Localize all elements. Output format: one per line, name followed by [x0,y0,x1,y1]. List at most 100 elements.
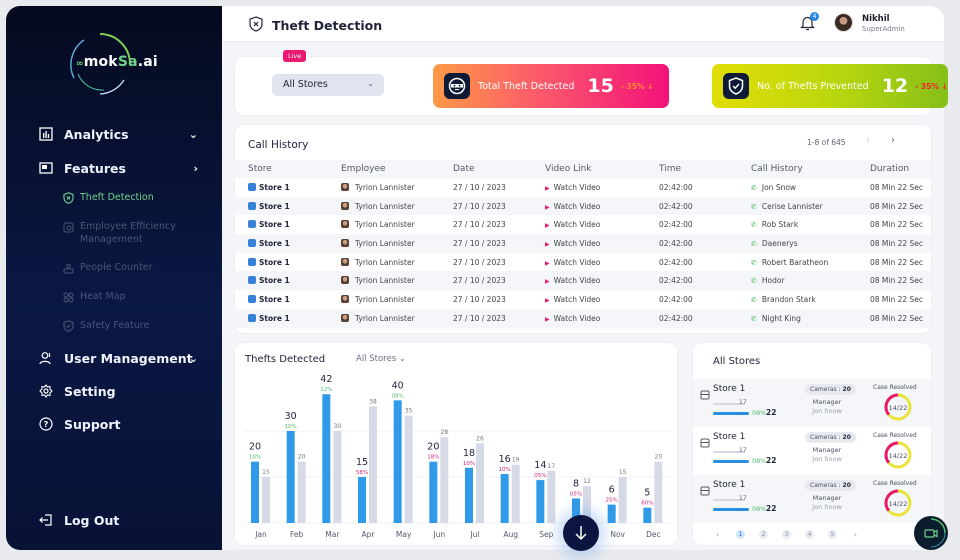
watch-video-link[interactable]: Watch Video [554,220,601,229]
watch-video-link[interactable]: Watch Video [554,202,601,211]
sub-people-counter[interactable]: People Counter [62,262,182,275]
change-label: 08% [392,393,404,399]
store-row[interactable]: Store 1 17 08% 22 Cameras : 20 Manager Jon Sno… [693,427,931,475]
watch-video-link[interactable]: Watch Video [554,258,601,267]
sub-heat-map[interactable]: Heat Map [62,291,182,304]
store-select[interactable]: All Stores ⌄ [272,74,384,96]
page-button[interactable]: 1 [736,530,745,539]
bar-previous [262,477,270,523]
cell-employee: Tyrion Lannister [341,215,453,234]
store-select-value: All Stores [283,79,328,90]
cell-caller: ✆ Cerise Lannister [751,196,870,216]
cell-caller: ✆ Night King [751,308,870,328]
thief-icon [444,73,470,99]
bar-previous-label: 38 [369,398,377,405]
bar-previous [511,464,520,523]
change-label: 10% [285,424,297,430]
nav-setting[interactable]: Setting [38,383,198,399]
play-icon: ▶ [545,184,550,192]
store-name: Store 1 [259,220,290,230]
store-row[interactable]: Store 1 17 08% 22 Cameras : 20 Manager Jon Sno… [693,475,931,523]
employee-name: Tyrion Lannister [355,201,415,211]
phone-icon: ✆ [751,239,757,248]
store-icon [700,385,710,404]
caller-name: Cerise Lannister [761,201,823,211]
cell-video-link[interactable]: ▶ Watch Video [545,308,659,328]
sub-theft-detection[interactable]: Theft Detection [62,192,182,205]
nav-support[interactable]: ? Support [38,416,198,432]
nav-features[interactable]: Features › [38,160,198,176]
table-row: Store 1 Tyrion Lannister 27 / 10 / 2023 ▶ Wa… [235,196,931,216]
phone-icon: ✆ [751,295,757,304]
watch-video-link[interactable]: Watch Video [554,314,601,323]
sub-employee-efficiency[interactable]: Employee Efficiency Management [62,221,182,246]
cell-store: Store 1 [235,290,341,309]
change-label: 60% [641,501,653,507]
user-name: Nikhil [862,14,890,24]
bar-current [393,400,402,523]
col-store[interactable]: Store [235,160,341,178]
bar-value-label: 42 [320,374,332,385]
x-tick-label: Sep [539,530,553,539]
pager-next-button[interactable]: › [851,530,860,539]
cell-video-link[interactable]: ▶ Watch Video [545,290,659,309]
col-video-link[interactable]: Video Link [545,160,659,178]
watch-video-link[interactable]: Watch Video [554,183,601,192]
bar-current [286,431,295,523]
col-employee[interactable]: Employee [341,160,453,178]
cell-video-link[interactable]: ▶ Watch Video [545,253,659,272]
nav-support-label: Support [64,416,121,432]
employee-avatar [341,276,349,285]
store-icon [248,201,256,210]
bar-current [536,480,545,523]
page-button[interactable]: 4 [805,530,814,539]
cell-store: Store 1 [235,196,341,216]
watch-video-link[interactable]: Watch Video [554,239,601,248]
scroll-down-button[interactable] [563,515,599,551]
x-tick-label: Jan [254,530,267,539]
call-history-card: Call History 1-8 of 645 ‹ › Store Employ… [234,124,932,334]
change-label: 10% [249,455,261,461]
shield-x-icon [249,16,263,36]
store-row[interactable]: Store 1 17 08% 22 Cameras : 20 Manager Jon Sno… [693,379,931,427]
sub-safety-feature[interactable]: Safety Feature [62,320,182,333]
case-resolved-value: 14/22 [888,500,908,508]
pager-next-button[interactable]: › [891,135,895,146]
total-theft-change: - 35% ↓ [620,81,654,91]
previous-value: 17 [739,495,747,502]
cell-video-link[interactable]: ▶ Watch Video [545,196,659,216]
cell-video-link[interactable]: ▶ Watch Video [545,271,659,291]
cell-employee: Tyrion Lannister [341,308,453,328]
page-button[interactable]: 3 [782,530,791,539]
cell-duration: 08 Min 22 Sec [870,294,924,304]
logout-button[interactable]: Log Out [38,512,198,528]
camera-fab-button[interactable] [914,516,948,550]
cell-video-link[interactable]: ▶ Watch Video [545,178,659,197]
sidebar: ∞mokSa.ai Analytics ⌄ Features › Theft D… [6,6,222,550]
col-time[interactable]: Time [659,160,751,178]
cell-video-link[interactable]: ▶ Watch Video [545,234,659,253]
pager-prev-button[interactable]: ‹ [713,530,722,539]
nav-analytics[interactable]: Analytics ⌄ [38,126,198,142]
cell-date: 27 / 10 / 2023 [453,182,506,192]
nav-analytics-label: Analytics [64,126,129,142]
pager-prev-button[interactable]: ‹ [866,135,870,146]
watch-video-link[interactable]: Watch Video [554,295,601,304]
cell-video-link[interactable]: ▶ Watch Video [545,215,659,234]
col-duration[interactable]: Duration [870,160,931,178]
watch-video-link[interactable]: Watch Video [554,276,601,285]
avatar[interactable] [834,13,853,32]
notification-badge: 4 [810,12,819,21]
page-button[interactable]: 2 [759,530,768,539]
store-name: Store 1 [259,313,290,323]
phone-icon: ✆ [751,221,757,230]
cell-date: 27 / 10 / 2023 [453,308,545,328]
employee-name: Tyrion Lannister [355,220,415,230]
nav-user-management[interactable]: User Management ⌄ [38,350,198,366]
col-call-history[interactable]: Call History [751,160,870,178]
page-button[interactable]: 5 [828,530,837,539]
col-date[interactable]: Date [453,160,545,178]
change-label: 05% [570,491,582,497]
nav-user-management-label: User Management [64,350,193,366]
employee-avatar [341,294,349,303]
